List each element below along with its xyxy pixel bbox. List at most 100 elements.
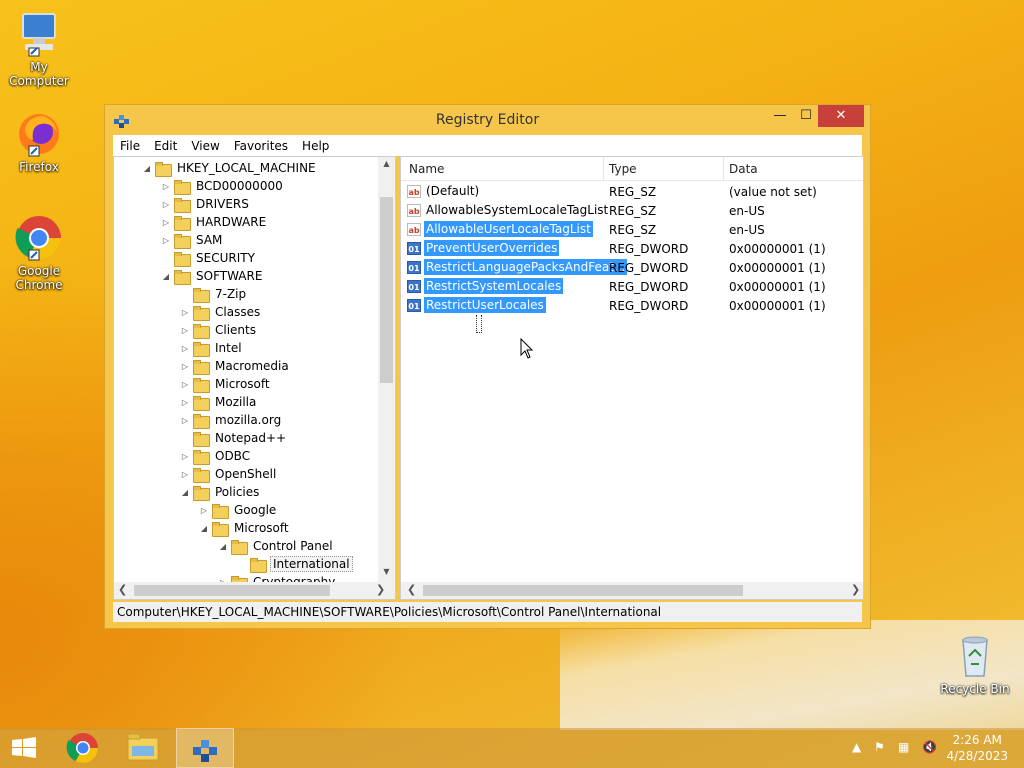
value-row[interactable]: ab (Default) REG_SZ (value not set) (401, 182, 863, 201)
expand-chevron-icon[interactable]: ▷ (180, 470, 190, 479)
volume-muted-icon[interactable]: 🔇 (922, 740, 937, 754)
desktop-icon-label: Google Chrome (15, 264, 63, 292)
desktop-icon-firefox[interactable]: Firefox (0, 110, 78, 174)
tree-item[interactable]: ▷ Microsoft (180, 375, 272, 393)
tree-horizontal-scrollbar[interactable]: ❮ ❯ (114, 582, 395, 599)
network-icon[interactable]: ▦ (898, 740, 909, 754)
tree-item[interactable]: SECURITY (161, 249, 257, 267)
scroll-right-icon[interactable]: ❯ (851, 583, 860, 596)
expand-chevron-icon[interactable]: ▷ (180, 308, 190, 317)
clock[interactable]: 2:26 AM 4/28/2023 (946, 732, 1008, 764)
value-row[interactable]: 01 RestrictLanguagePacksAndFeat... REG_DWO… (401, 258, 863, 277)
menu-view[interactable]: View (184, 139, 226, 153)
value-row[interactable]: 01 PreventUserOverrides REG_DWORD 0x0000000… (401, 239, 863, 258)
title-bar[interactable]: Registry Editor — ☐ ✕ (105, 105, 870, 135)
flag-icon[interactable]: ⚑ (874, 740, 885, 754)
tree-item[interactable]: ▷ Intel (180, 339, 244, 357)
tree-item[interactable]: ▷ Macromedia (180, 357, 291, 375)
desktop-icon-my-computer[interactable]: My Computer (0, 10, 78, 88)
expand-chevron-icon[interactable]: ◢ (199, 524, 209, 533)
expand-chevron-icon[interactable]: ▷ (180, 380, 190, 389)
value-row[interactable]: 01 RestrictSystemLocales REG_DWORD 0x000000… (401, 277, 863, 296)
column-type[interactable]: Type (609, 162, 637, 176)
value-row[interactable]: ab AllowableUserLocaleTagList REG_SZ en-US (401, 220, 863, 239)
desktop-icon-recycle-bin[interactable]: Recycle Bin (936, 632, 1014, 696)
expand-chevron-icon[interactable]: ▷ (180, 452, 190, 461)
scroll-thumb[interactable] (423, 585, 743, 596)
tree-item[interactable]: ▷ HARDWARE (161, 213, 268, 231)
scroll-thumb[interactable] (134, 585, 330, 596)
value-row[interactable]: ab AllowableSystemLocaleTagList REG_SZ en-U… (401, 201, 863, 220)
scroll-left-icon[interactable]: ❮ (118, 583, 127, 596)
expand-chevron-icon[interactable]: ▷ (161, 200, 171, 209)
maximize-button[interactable]: ☐ (792, 105, 820, 127)
expand-chevron-icon[interactable]: ▷ (180, 398, 190, 407)
expand-chevron-icon[interactable]: ▷ (199, 506, 209, 515)
menu-favorites[interactable]: Favorites (227, 139, 295, 153)
desktop-icon-chrome[interactable]: Google Chrome (0, 214, 78, 292)
tree-item[interactable]: ◢ Microsoft (199, 519, 291, 537)
value-name-cell: 01 PreventUserOverrides (407, 240, 560, 256)
scroll-right-icon[interactable]: ❯ (376, 583, 385, 596)
value-row[interactable]: 01 RestrictUserLocales REG_DWORD 0x00000001… (401, 296, 863, 315)
tree-item[interactable]: ▷ Mozilla (180, 393, 258, 411)
value-name-cell: ab (Default) (407, 183, 481, 199)
expand-chevron-icon[interactable]: ◢ (218, 542, 228, 551)
taskbar-chrome[interactable] (54, 728, 112, 768)
value-type: REG_DWORD (609, 280, 689, 294)
close-button[interactable]: ✕ (818, 105, 864, 127)
list-horizontal-scrollbar[interactable]: ❮ ❯ (401, 582, 863, 599)
tree-vertical-scrollbar[interactable]: ▲ ▼ (378, 157, 395, 584)
tree-item[interactable]: Notepad++ (180, 429, 288, 447)
tree-item[interactable]: ▷ Clients (180, 321, 258, 339)
mouse-pointer-icon (520, 337, 534, 363)
menu-file[interactable]: File (113, 139, 147, 153)
registry-tree[interactable]: ◢ HKEY_LOCAL_MACHINE ▷ BCD00000000 ▷ DRIVERS ▷… (113, 156, 396, 600)
folder-icon (155, 161, 172, 177)
values-list[interactable]: Name Type Data ab (Default) REG_SZ (value n… (400, 156, 864, 600)
column-data[interactable]: Data (729, 162, 758, 176)
tree-item[interactable]: ◢ HKEY_LOCAL_MACHINE (142, 159, 318, 177)
tree-item[interactable]: ▷ DRIVERS (161, 195, 251, 213)
tree-item[interactable]: ▷ OpenShell (180, 465, 278, 483)
tree-item[interactable]: International (237, 555, 353, 573)
folder-icon (174, 269, 191, 285)
expand-chevron-icon[interactable]: ▷ (161, 182, 171, 191)
expand-chevron-icon[interactable]: ▷ (161, 218, 171, 227)
menu-edit[interactable]: Edit (147, 139, 184, 153)
expand-chevron-icon[interactable]: ◢ (142, 164, 152, 173)
show-hidden-icons[interactable]: ▲ (852, 740, 861, 754)
menu-help[interactable]: Help (295, 139, 336, 153)
expand-chevron-icon[interactable]: ▷ (180, 344, 190, 353)
chrome-icon (15, 214, 63, 262)
scroll-thumb[interactable] (380, 197, 393, 383)
tree-item[interactable]: ▷ Classes (180, 303, 262, 321)
expand-chevron-icon[interactable]: ▷ (180, 326, 190, 335)
tree-item[interactable]: ◢ Control Panel (218, 537, 335, 555)
expand-chevron-icon[interactable]: ◢ (180, 488, 190, 497)
tree-item[interactable]: ▷ ODBC (180, 447, 252, 465)
expand-chevron-icon[interactable]: ▷ (161, 236, 171, 245)
scroll-up-icon[interactable]: ▲ (378, 159, 395, 168)
expand-chevron-icon[interactable]: ▷ (180, 362, 190, 371)
expand-chevron-icon[interactable]: ◢ (161, 272, 171, 281)
value-name: AllowableUserLocaleTagList (424, 221, 593, 237)
taskbar-registry-editor[interactable] (176, 728, 234, 768)
tree-item[interactable]: ◢ SOFTWARE (161, 267, 264, 285)
reg-sz-icon: ab (407, 184, 421, 198)
tree-item[interactable]: ▷ mozilla.org (180, 411, 283, 429)
taskbar-file-explorer[interactable] (114, 728, 172, 768)
start-button[interactable] (0, 728, 48, 768)
tree-item[interactable]: ◢ Policies (180, 483, 261, 501)
column-name[interactable]: Name (409, 162, 444, 176)
tree-item[interactable]: 7-Zip (180, 285, 248, 303)
tree-item[interactable]: ▷ Google (199, 501, 278, 519)
scroll-left-icon[interactable]: ❮ (407, 583, 416, 596)
folder-icon (193, 359, 210, 375)
minimize-button[interactable]: — (766, 105, 794, 127)
scroll-down-icon[interactable]: ▼ (378, 567, 395, 576)
expand-chevron-icon[interactable]: ▷ (180, 416, 190, 425)
value-data: 0x00000001 (1) (729, 299, 826, 313)
tree-item[interactable]: ▷ SAM (161, 231, 224, 249)
tree-item[interactable]: ▷ BCD00000000 (161, 177, 285, 195)
